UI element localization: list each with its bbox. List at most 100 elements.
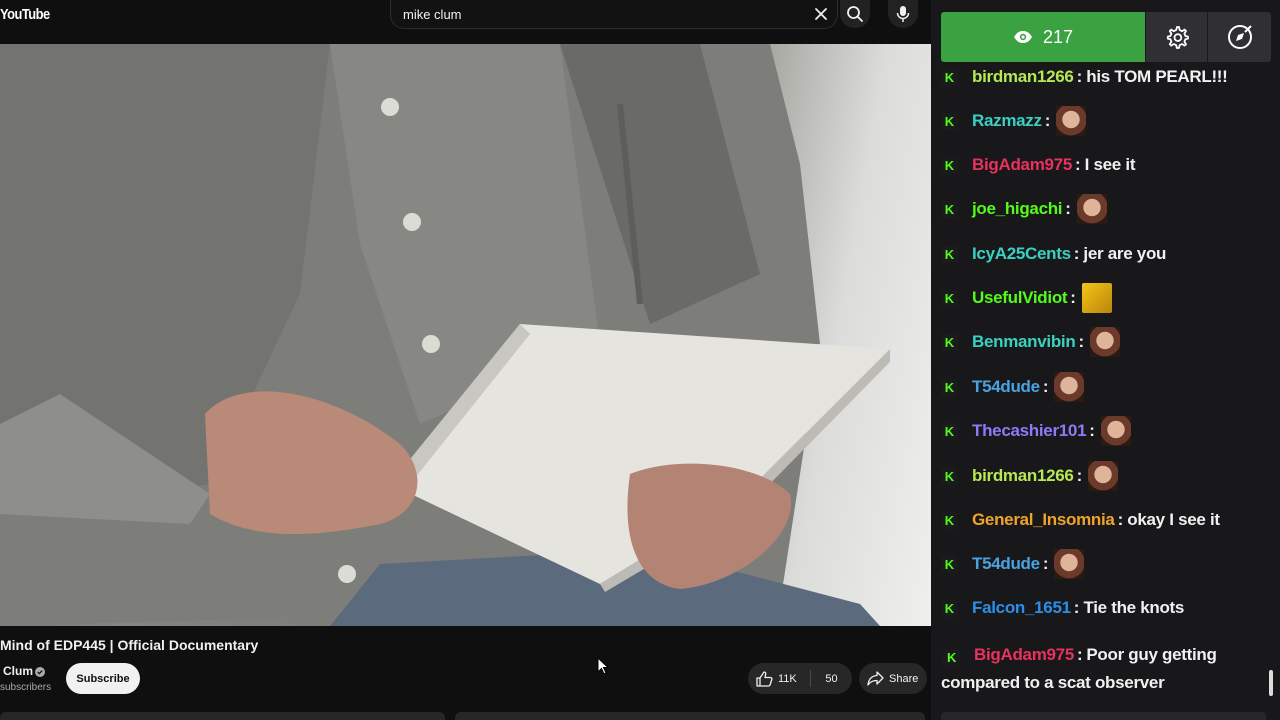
chat-username[interactable]: joe_higachi <box>972 199 1063 219</box>
chat-username[interactable]: Benmanvibin <box>972 332 1076 352</box>
face-emote-icon <box>1054 549 1085 579</box>
like-dislike-group: 11K 50 <box>748 663 852 694</box>
kick-badge-icon: K <box>941 333 958 351</box>
search-input[interactable] <box>403 5 803 23</box>
chat-colon: : <box>1073 244 1080 263</box>
video-player[interactable] <box>0 44 931 626</box>
chat-colon: : <box>1089 421 1095 440</box>
chat-colon: : <box>1117 510 1124 529</box>
chat-username[interactable]: BigAdam975 <box>974 645 1074 664</box>
chat-colon: : <box>1070 288 1076 307</box>
chat-username[interactable]: IcyA25Cents <box>972 244 1071 264</box>
chat-message: K Falcon_1651: Tie the knots <box>941 588 1266 628</box>
dislike-button[interactable]: 50 <box>811 663 852 694</box>
chat-message: K Razmazz: <box>941 101 1266 141</box>
gear-icon <box>1166 26 1189 49</box>
video-frame <box>0 44 890 626</box>
mouse-cursor-icon <box>597 657 609 675</box>
chat-popout-button[interactable] <box>1208 12 1271 62</box>
chat-colon: : <box>1078 332 1085 351</box>
chat-colon: : <box>1076 645 1083 664</box>
face-emote-icon <box>1056 106 1087 136</box>
chat-username[interactable]: T54dude <box>972 377 1040 397</box>
kick-badge-icon: K <box>941 245 958 263</box>
chat-username[interactable]: Razmazz <box>972 111 1042 131</box>
eye-icon <box>1013 31 1032 43</box>
verified-icon <box>35 667 45 677</box>
video-title: Mind of EDP445 | Official Documentary <box>0 637 259 653</box>
share-button[interactable]: Share <box>859 663 927 694</box>
face-emote-icon <box>1090 327 1121 357</box>
share-icon <box>867 671 884 686</box>
channel-name[interactable]: Clum <box>3 664 33 678</box>
kick-badge-icon: K <box>941 112 958 130</box>
voice-search-button[interactable] <box>888 0 918 28</box>
face-emote-icon <box>1088 461 1119 491</box>
chat-message-text: I see it <box>1084 155 1136 174</box>
chat-username[interactable]: UsefulVidiot <box>972 288 1068 308</box>
bottom-chip <box>455 712 925 720</box>
bottom-chip <box>0 712 445 720</box>
kick-badge-icon: K <box>941 467 958 485</box>
chat-message: K Benmanvibin: <box>941 322 1266 362</box>
kick-badge-icon: K <box>941 599 958 617</box>
chat-message-text: his TOM PEARL!!! <box>1086 67 1228 86</box>
microphone-icon <box>896 6 910 22</box>
chat-username[interactable]: Falcon_1651 <box>972 598 1071 618</box>
chat-message: K General_Insomnia: okay I see it <box>941 500 1266 540</box>
face-emote-icon <box>1054 372 1085 402</box>
close-icon <box>815 8 827 20</box>
chat-username[interactable]: General_Insomnia <box>972 510 1115 530</box>
chat-message: Kjoe_higachi: <box>941 189 1266 229</box>
viewer-count: 217 <box>1042 26 1074 47</box>
chat-username[interactable]: birdman1266 <box>972 67 1074 87</box>
chat-colon: : <box>1044 111 1051 130</box>
chat-username[interactable]: T54dude <box>972 554 1040 574</box>
chat-colon: : <box>1076 67 1083 86</box>
viewer-count-button[interactable]: 217 <box>941 12 1145 62</box>
chat-colon: : <box>1042 554 1049 573</box>
like-button[interactable]: 11K <box>748 663 810 694</box>
chat-message-text: jer are you <box>1083 244 1167 263</box>
face-emote-icon <box>1076 194 1107 224</box>
chat-message: K UsefulVidiot: <box>941 278 1266 318</box>
kick-badge-icon: K <box>941 200 958 218</box>
chat-message: K BigAdam975: I see it <box>941 145 1266 185</box>
kick-badge-icon: K <box>941 555 958 573</box>
chat-colon: : <box>1074 155 1081 174</box>
youtube-logo[interactable]: YouTube <box>0 6 50 23</box>
kick-badge-icon: K <box>941 68 958 86</box>
subscribe-button[interactable]: Subscribe <box>66 663 140 694</box>
search-icon <box>847 6 863 22</box>
chat-username[interactable]: Thecashier101 <box>972 421 1087 441</box>
chat-message: K T54dude: <box>941 367 1266 407</box>
chat-username[interactable]: BigAdam975 <box>972 155 1072 175</box>
subscriber-count: subscribers <box>0 682 52 693</box>
dislike-count: 50 <box>825 672 838 685</box>
chat-message: K T54dude: <box>941 544 1266 584</box>
kick-badge-icon: K <box>941 289 958 307</box>
chat-input-bar[interactable] <box>941 712 1266 720</box>
youtube-window: YouTube mike clum Mind of EDP445 | Offic… <box>0 0 931 720</box>
chat-username[interactable]: birdman1266 <box>972 466 1074 486</box>
kick-badge-icon: K <box>941 378 958 396</box>
chat-panel: 217 Kbirdman1266: his TOM PEARL!!! K Razmaz… <box>931 0 1280 720</box>
search-box[interactable] <box>390 0 838 29</box>
chat-message-text: Tie the knots <box>1083 598 1185 617</box>
kick-badge-icon: K <box>941 156 958 174</box>
chat-colon: : <box>1073 598 1080 617</box>
face-emote-icon <box>1100 416 1131 446</box>
search-button[interactable] <box>840 0 870 28</box>
chat-colon: : <box>1065 199 1071 218</box>
thumbs-up-icon <box>756 670 773 687</box>
kick-badge-icon: K <box>941 511 958 529</box>
chat-colon: : <box>1042 377 1049 396</box>
clear-search-button[interactable] <box>808 3 834 25</box>
compass-icon <box>1227 25 1252 49</box>
chat-message: K BigAdam975: Poor guy getting compared to… <box>941 641 1261 697</box>
like-count: 11K <box>778 672 797 685</box>
chat-settings-button[interactable] <box>1146 12 1207 62</box>
chat-scrollbar[interactable] <box>1269 670 1273 696</box>
top-bar: YouTube <box>0 0 931 44</box>
chat-message: K Thecashier101: <box>941 411 1266 451</box>
